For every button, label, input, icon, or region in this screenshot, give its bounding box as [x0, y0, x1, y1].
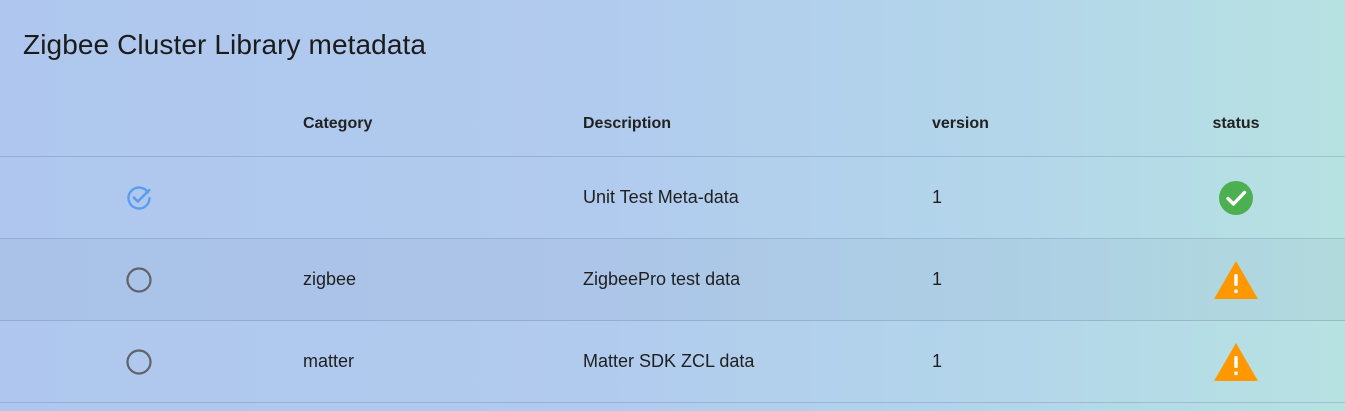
column-header-description[interactable]: Description	[583, 92, 913, 156]
warning-triangle-icon	[1213, 342, 1259, 382]
row-select-cell[interactable]	[0, 239, 278, 320]
description-cell: Unit Test Meta-data	[583, 187, 739, 207]
table-row[interactable]: zigbee ZigbeePro test data 1	[0, 239, 1345, 321]
check-circle-icon	[1218, 180, 1254, 216]
table-row[interactable]: matter Matter SDK ZCL data 1	[0, 321, 1345, 403]
metadata-table: Category Description version status Unit…	[0, 92, 1345, 403]
status-cell	[1192, 321, 1280, 402]
row-select-cell[interactable]	[0, 157, 278, 238]
column-header-category[interactable]: Category	[303, 92, 563, 156]
version-cell: 1	[932, 187, 943, 207]
category-cell	[303, 157, 563, 238]
radio-unchecked-icon[interactable]	[125, 266, 153, 294]
table-header-row: Category Description version status	[0, 92, 1345, 157]
table-row[interactable]: Unit Test Meta-data 1	[0, 157, 1345, 239]
column-header-version[interactable]: version	[932, 92, 1192, 156]
column-header-status[interactable]: status	[1192, 92, 1280, 156]
row-select-cell[interactable]	[0, 321, 278, 402]
radio-unchecked-icon[interactable]	[125, 348, 153, 376]
check-circle-outline-icon[interactable]	[125, 184, 153, 212]
description-cell: ZigbeePro test data	[583, 269, 741, 289]
column-header-select	[0, 92, 278, 156]
version-cell: 1	[932, 351, 943, 371]
description-cell: Matter SDK ZCL data	[583, 351, 755, 371]
version-cell: 1	[932, 269, 943, 289]
status-cell	[1192, 157, 1280, 238]
category-cell: matter	[303, 351, 355, 371]
warning-triangle-icon	[1213, 260, 1259, 300]
page-title: Zigbee Cluster Library metadata	[23, 29, 427, 60]
status-cell	[1192, 239, 1280, 320]
category-cell: zigbee	[303, 269, 357, 289]
